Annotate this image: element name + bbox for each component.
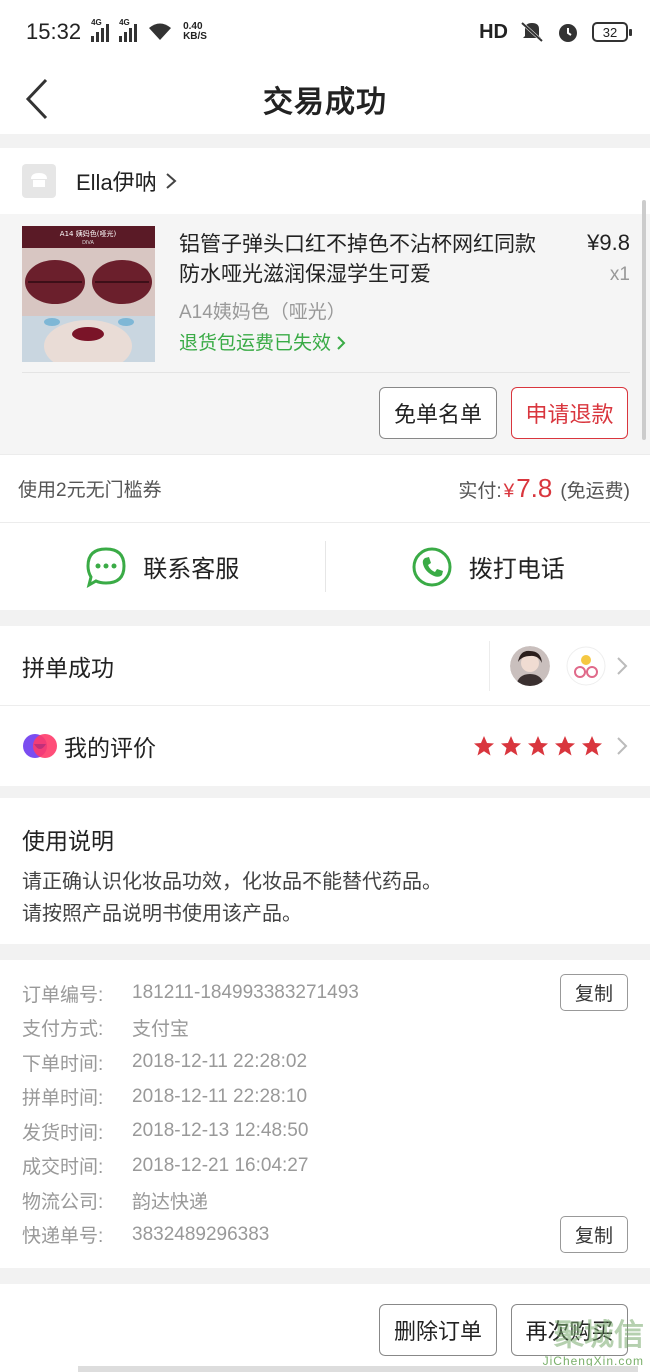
star-icon bbox=[528, 736, 548, 756]
copy-order-number-button[interactable]: 复制 bbox=[560, 974, 628, 1011]
order-number-row: 订单编号: 181211-184993383271493 bbox=[22, 982, 359, 1006]
my-review-row[interactable]: 我的评价 bbox=[0, 706, 650, 786]
product-title[interactable]: 铝管子弹头口红不掉色不沾杯网红同款防水哑光滋润保湿学生可爱 bbox=[179, 230, 554, 290]
chevron-right-icon bbox=[617, 656, 628, 675]
return-shipping-link[interactable]: 退货包运费已失效 bbox=[179, 328, 346, 355]
contact-service-label: 联系客服 bbox=[143, 556, 240, 583]
back-arrow-icon[interactable] bbox=[22, 74, 62, 124]
hd-indicator: HD bbox=[479, 20, 508, 43]
my-review-label: 我的评价 bbox=[64, 735, 156, 761]
product-thumbnail[interactable]: A14 姨妈色(哑光) DIVA bbox=[22, 226, 155, 362]
shop-row[interactable]: Ella伊呐 bbox=[0, 148, 650, 214]
review-logo-icon bbox=[23, 734, 57, 758]
watermark-logo: 聚城信 bbox=[554, 1319, 644, 1352]
paid-amount: 实付: ¥ 7.8 (免运费) bbox=[458, 473, 630, 503]
contact-service-button[interactable]: 联系客服 bbox=[0, 523, 325, 610]
delete-order-button[interactable]: 删除订单 bbox=[379, 1304, 497, 1356]
avatar[interactable] bbox=[566, 646, 606, 686]
ship-time-row: 发货时间: 2018-12-13 12:48:50 bbox=[22, 1120, 309, 1144]
payment-method-row: 支付方式: 支付宝 bbox=[22, 1019, 190, 1041]
call-phone-label: 拨打电话 bbox=[468, 556, 565, 583]
home-indicator bbox=[78, 1366, 638, 1372]
product-price: ¥9.8 bbox=[587, 230, 630, 255]
rating-stars bbox=[472, 734, 604, 758]
product-card[interactable]: A14 姨妈色(哑光) DIVA 铝管子弹头口红不掉色不沾杯网红同款防水哑光滋润… bbox=[0, 214, 650, 454]
battery-icon: 32 bbox=[592, 22, 632, 42]
star-icon bbox=[501, 736, 521, 756]
tracking-number: 3832489296383 bbox=[132, 1223, 270, 1245]
deal-time-row: 成交时间: 2018-12-21 16:04:27 bbox=[22, 1154, 309, 1179]
store-icon bbox=[31, 173, 47, 187]
group-avatars bbox=[489, 640, 606, 691]
svg-text:DIVA: DIVA bbox=[82, 240, 94, 246]
bottom-action-bar: 删除订单 再次购买 聚城信 JiChengXin.com bbox=[0, 1284, 650, 1372]
divider bbox=[22, 372, 630, 373]
product-sku: A14姨妈色（哑光） bbox=[179, 302, 346, 323]
copy-tracking-number-button[interactable]: 复制 bbox=[560, 1216, 628, 1253]
chat-bubble-icon bbox=[86, 546, 126, 588]
call-phone-button[interactable]: 拨打电话 bbox=[326, 523, 650, 610]
svg-text:A14 姨妈色(哑光): A14 姨妈色(哑光) bbox=[60, 229, 117, 238]
order-info: 订单编号: 181211-184993383271493 支付方式: 支付宝 下… bbox=[0, 960, 650, 1268]
star-icon bbox=[582, 736, 602, 756]
signal-icon: 4G bbox=[119, 18, 138, 42]
avatar[interactable] bbox=[510, 645, 550, 686]
group-success-row[interactable]: 拼单成功 bbox=[0, 626, 650, 706]
lipstick-image: A14 姨妈色(哑光) DIVA bbox=[22, 226, 155, 362]
chevron-right-icon bbox=[166, 173, 177, 189]
clock: 15:32 bbox=[26, 19, 82, 44]
page-title: 交易成功 bbox=[263, 86, 387, 119]
chevron-right-icon bbox=[337, 336, 346, 350]
notes-line: 请正确认识化妆品功效，化妆品不能替代药品。 bbox=[22, 871, 442, 893]
payment-summary: 使用2元无门槛券 实付: ¥ 7.8 (免运费) bbox=[0, 454, 650, 522]
chevron-right-icon bbox=[617, 737, 628, 755]
nav-bar: 交易成功 bbox=[0, 64, 650, 134]
signal-icon: 4G bbox=[91, 18, 110, 42]
notes-title: 使用说明 bbox=[22, 828, 114, 854]
group-success-label: 拼单成功 bbox=[22, 654, 114, 681]
shop-logo bbox=[22, 164, 56, 198]
product-quantity: x1 bbox=[609, 264, 630, 285]
star-icon bbox=[555, 736, 575, 756]
group-time-row: 拼单时间: 2018-12-11 22:28:10 bbox=[22, 1085, 308, 1110]
order-number: 181211-184993383271493 bbox=[132, 982, 359, 1004]
status-bar: 15:32 4G 4G 0.40 KB/S HD 32 bbox=[0, 0, 650, 64]
wifi-icon bbox=[149, 23, 172, 40]
usage-notes: 使用说明 请正确认识化妆品功效，化妆品不能替代药品。 请按照产品说明书使用该产品… bbox=[0, 798, 650, 944]
coupon-text: 使用2元无门槛券 bbox=[18, 480, 162, 501]
network-speed: 0.40 KB/S bbox=[183, 21, 207, 42]
contact-bar: 联系客服 拨打电话 bbox=[0, 522, 650, 610]
tracking-number-row: 快递单号: 3832489296383 bbox=[22, 1223, 270, 1248]
star-icon bbox=[474, 736, 494, 756]
mute-icon bbox=[520, 21, 544, 43]
logistics-company-row: 物流公司: 韵达快递 bbox=[22, 1191, 209, 1213]
order-time-row: 下单时间: 2018-12-11 22:28:02 bbox=[22, 1051, 308, 1075]
free-list-button[interactable]: 免单名单 bbox=[379, 387, 497, 439]
notes-line: 请按照产品说明书使用该产品。 bbox=[22, 903, 302, 925]
alarm-icon bbox=[559, 24, 577, 42]
scrollbar[interactable] bbox=[642, 200, 646, 440]
phone-icon bbox=[412, 547, 452, 586]
shop-name[interactable]: Ella伊呐 bbox=[76, 165, 157, 197]
refund-button[interactable]: 申请退款 bbox=[511, 387, 628, 439]
